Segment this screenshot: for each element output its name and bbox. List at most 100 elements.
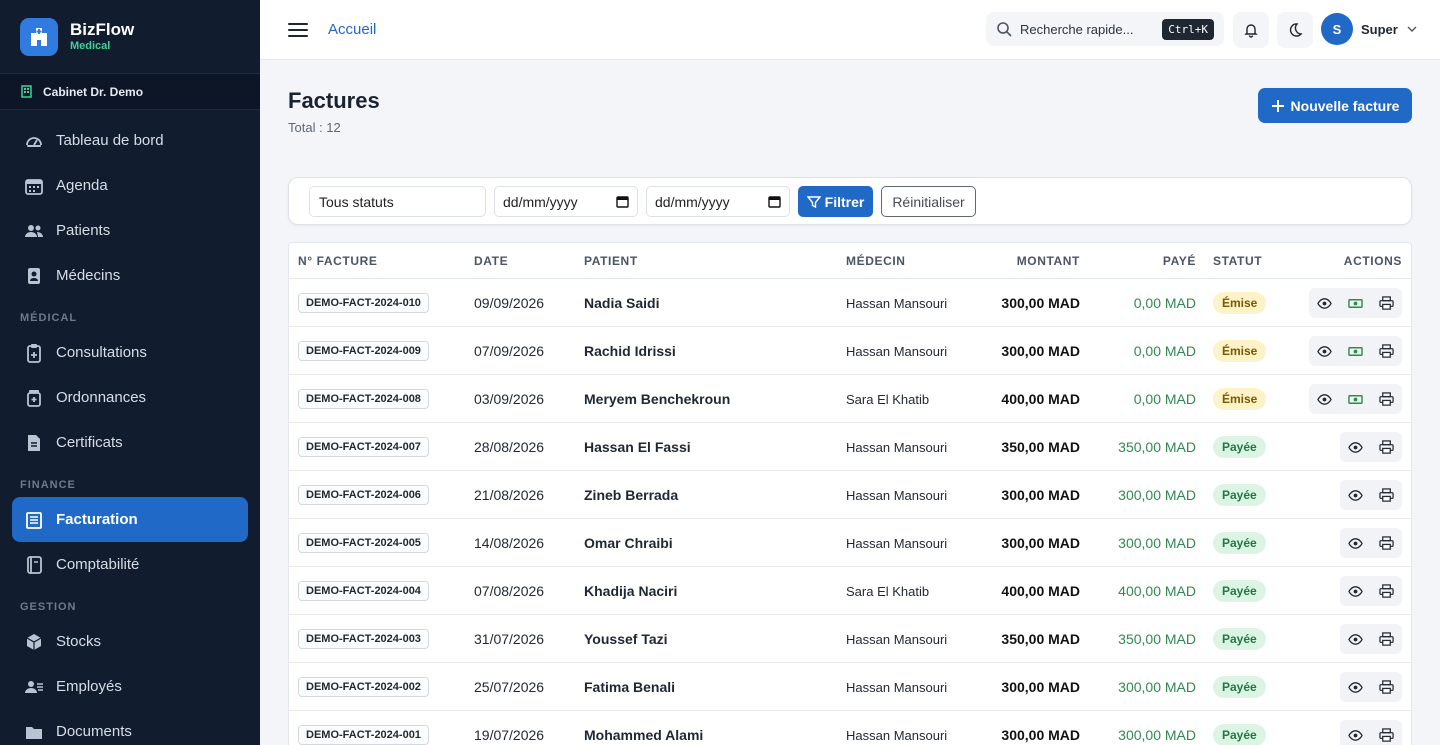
header-doctor[interactable]: MÉDECIN: [846, 254, 906, 268]
sidebar-item-patients[interactable]: Patients: [12, 208, 248, 253]
header-paid[interactable]: PAYÉ: [1163, 254, 1196, 268]
nav-section-finance: FINANCE: [20, 479, 76, 491]
invoice-number[interactable]: DEMO-FACT-2024-007: [298, 437, 429, 457]
invoice-number[interactable]: DEMO-FACT-2024-003: [298, 629, 429, 649]
invoice-date: 09/09/2026: [474, 295, 545, 311]
reset-button[interactable]: Réinitialiser: [881, 186, 976, 217]
status-badge: Émise: [1213, 292, 1267, 314]
sidebar-item-tableau-de-bord[interactable]: Tableau de bord: [12, 118, 248, 163]
calendar-icon: [768, 196, 781, 208]
view-icon[interactable]: [1340, 720, 1371, 745]
table-row[interactable]: DEMO-FACT-2024-004 07/08/2026 Khadija Na…: [289, 567, 1411, 615]
sidebar-nav: Tableau de bord Agenda Patients Médecins…: [0, 110, 260, 745]
sidebar-item-medecins[interactable]: Médecins: [12, 253, 248, 298]
print-icon[interactable]: [1371, 528, 1402, 558]
payment-icon[interactable]: [1340, 336, 1371, 366]
invoice-number[interactable]: DEMO-FACT-2024-001: [298, 725, 429, 745]
sidebar-item-agenda[interactable]: Agenda: [12, 163, 248, 208]
header-status[interactable]: STATUT: [1213, 254, 1262, 268]
print-icon[interactable]: [1371, 576, 1402, 606]
invoice-number[interactable]: DEMO-FACT-2024-002: [298, 677, 429, 697]
table-row[interactable]: DEMO-FACT-2024-009 07/09/2026 Rachid Idr…: [289, 327, 1411, 375]
invoice-number[interactable]: DEMO-FACT-2024-010: [298, 293, 429, 313]
sidebar-item-employes[interactable]: Employés: [12, 664, 248, 709]
status-badge: Payée: [1213, 628, 1266, 650]
table-row[interactable]: DEMO-FACT-2024-008 03/09/2026 Meryem Ben…: [289, 375, 1411, 423]
view-icon[interactable]: [1340, 576, 1371, 606]
view-icon[interactable]: [1340, 432, 1371, 462]
invoice-number[interactable]: DEMO-FACT-2024-009: [298, 341, 429, 361]
patient-name: Rachid Idrissi: [584, 343, 676, 359]
page-title: Factures: [288, 88, 380, 113]
sidebar-item-documents[interactable]: Documents: [12, 709, 248, 745]
invoice-number[interactable]: DEMO-FACT-2024-004: [298, 581, 429, 601]
table-row[interactable]: DEMO-FACT-2024-007 28/08/2026 Hassan El …: [289, 423, 1411, 471]
brand[interactable]: BizFlow Medical: [0, 0, 260, 74]
page-subtitle: Total : 12: [288, 120, 341, 135]
invoice-date: 14/08/2026: [474, 535, 545, 551]
invoice-number[interactable]: DEMO-FACT-2024-005: [298, 533, 429, 553]
table-row[interactable]: DEMO-FACT-2024-010 09/09/2026 Nadia Said…: [289, 279, 1411, 327]
plus-icon: [1271, 99, 1284, 112]
table-row[interactable]: DEMO-FACT-2024-001 19/07/2026 Mohammed A…: [289, 711, 1411, 745]
sidebar-item-ordonnances[interactable]: Ordonnances: [12, 375, 248, 420]
paid-amount: 0,00 MAD: [1133, 295, 1196, 311]
print-icon[interactable]: [1371, 432, 1402, 462]
header-amount[interactable]: MONTANT: [1017, 254, 1080, 268]
invoice-number[interactable]: DEMO-FACT-2024-008: [298, 389, 429, 409]
user-menu[interactable]: S Super: [1321, 13, 1418, 45]
invoice-date: 07/09/2026: [474, 343, 545, 359]
date-to-input[interactable]: dd/mm/yyyy: [646, 186, 790, 217]
view-icon[interactable]: [1340, 528, 1371, 558]
row-actions: [1340, 480, 1402, 510]
clinic-selector[interactable]: Cabinet Dr. Demo: [0, 74, 260, 110]
menu-toggle-icon[interactable]: [288, 21, 308, 39]
brand-subtitle: Medical: [70, 39, 111, 52]
view-icon[interactable]: [1309, 336, 1340, 366]
print-icon[interactable]: [1371, 672, 1402, 702]
table-row[interactable]: DEMO-FACT-2024-002 25/07/2026 Fatima Ben…: [289, 663, 1411, 711]
sidebar-item-consultations[interactable]: Consultations: [12, 330, 248, 375]
print-icon[interactable]: [1371, 624, 1402, 654]
header-patient[interactable]: PATIENT: [584, 254, 638, 268]
header-invoice[interactable]: N° FACTURE: [298, 254, 377, 268]
header-date[interactable]: DATE: [474, 254, 508, 268]
view-icon[interactable]: [1340, 480, 1371, 510]
view-icon[interactable]: [1309, 384, 1340, 414]
new-invoice-button[interactable]: Nouvelle facture: [1258, 88, 1412, 123]
prescription-icon: [27, 389, 41, 407]
sidebar-item-comptabilite[interactable]: Comptabilité: [12, 542, 248, 587]
status-select[interactable]: Tous statuts: [309, 186, 486, 217]
sidebar-item-certificats[interactable]: Certificats: [12, 420, 248, 465]
view-icon[interactable]: [1309, 288, 1340, 318]
print-icon[interactable]: [1371, 336, 1402, 366]
table-row[interactable]: DEMO-FACT-2024-005 14/08/2026 Omar Chrai…: [289, 519, 1411, 567]
search-input[interactable]: Recherche rapide... Ctrl+K: [986, 12, 1224, 46]
invoice-date: 25/07/2026: [474, 679, 545, 695]
print-icon[interactable]: [1371, 384, 1402, 414]
doctor-name: Hassan Mansouri: [846, 631, 948, 647]
sidebar-item-facturation[interactable]: Facturation: [12, 497, 248, 542]
payment-icon[interactable]: [1340, 384, 1371, 414]
status-badge: Payée: [1213, 532, 1266, 554]
date-from-input[interactable]: dd/mm/yyyy: [494, 186, 638, 217]
breadcrumb[interactable]: Accueil: [328, 21, 376, 38]
doctor-name: Hassan Mansouri: [846, 487, 948, 503]
print-icon[interactable]: [1371, 288, 1402, 318]
invoice-number[interactable]: DEMO-FACT-2024-006: [298, 485, 429, 505]
doctor-name: Hassan Mansouri: [846, 343, 948, 359]
table-row[interactable]: DEMO-FACT-2024-003 31/07/2026 Youssef Ta…: [289, 615, 1411, 663]
payment-icon[interactable]: [1340, 288, 1371, 318]
patient-name: Zineb Berrada: [584, 487, 679, 503]
print-icon[interactable]: [1371, 480, 1402, 510]
invoice-date: 07/08/2026: [474, 583, 545, 599]
sidebar-item-stocks[interactable]: Stocks: [12, 619, 248, 664]
print-icon[interactable]: [1371, 720, 1402, 745]
view-icon[interactable]: [1340, 624, 1371, 654]
view-icon[interactable]: [1340, 672, 1371, 702]
filter-label: Filtrer: [824, 193, 865, 210]
theme-toggle-button[interactable]: [1277, 12, 1313, 48]
notifications-button[interactable]: [1233, 12, 1269, 48]
table-row[interactable]: DEMO-FACT-2024-006 21/08/2026 Zineb Berr…: [289, 471, 1411, 519]
filter-button[interactable]: Filtrer: [798, 186, 873, 217]
